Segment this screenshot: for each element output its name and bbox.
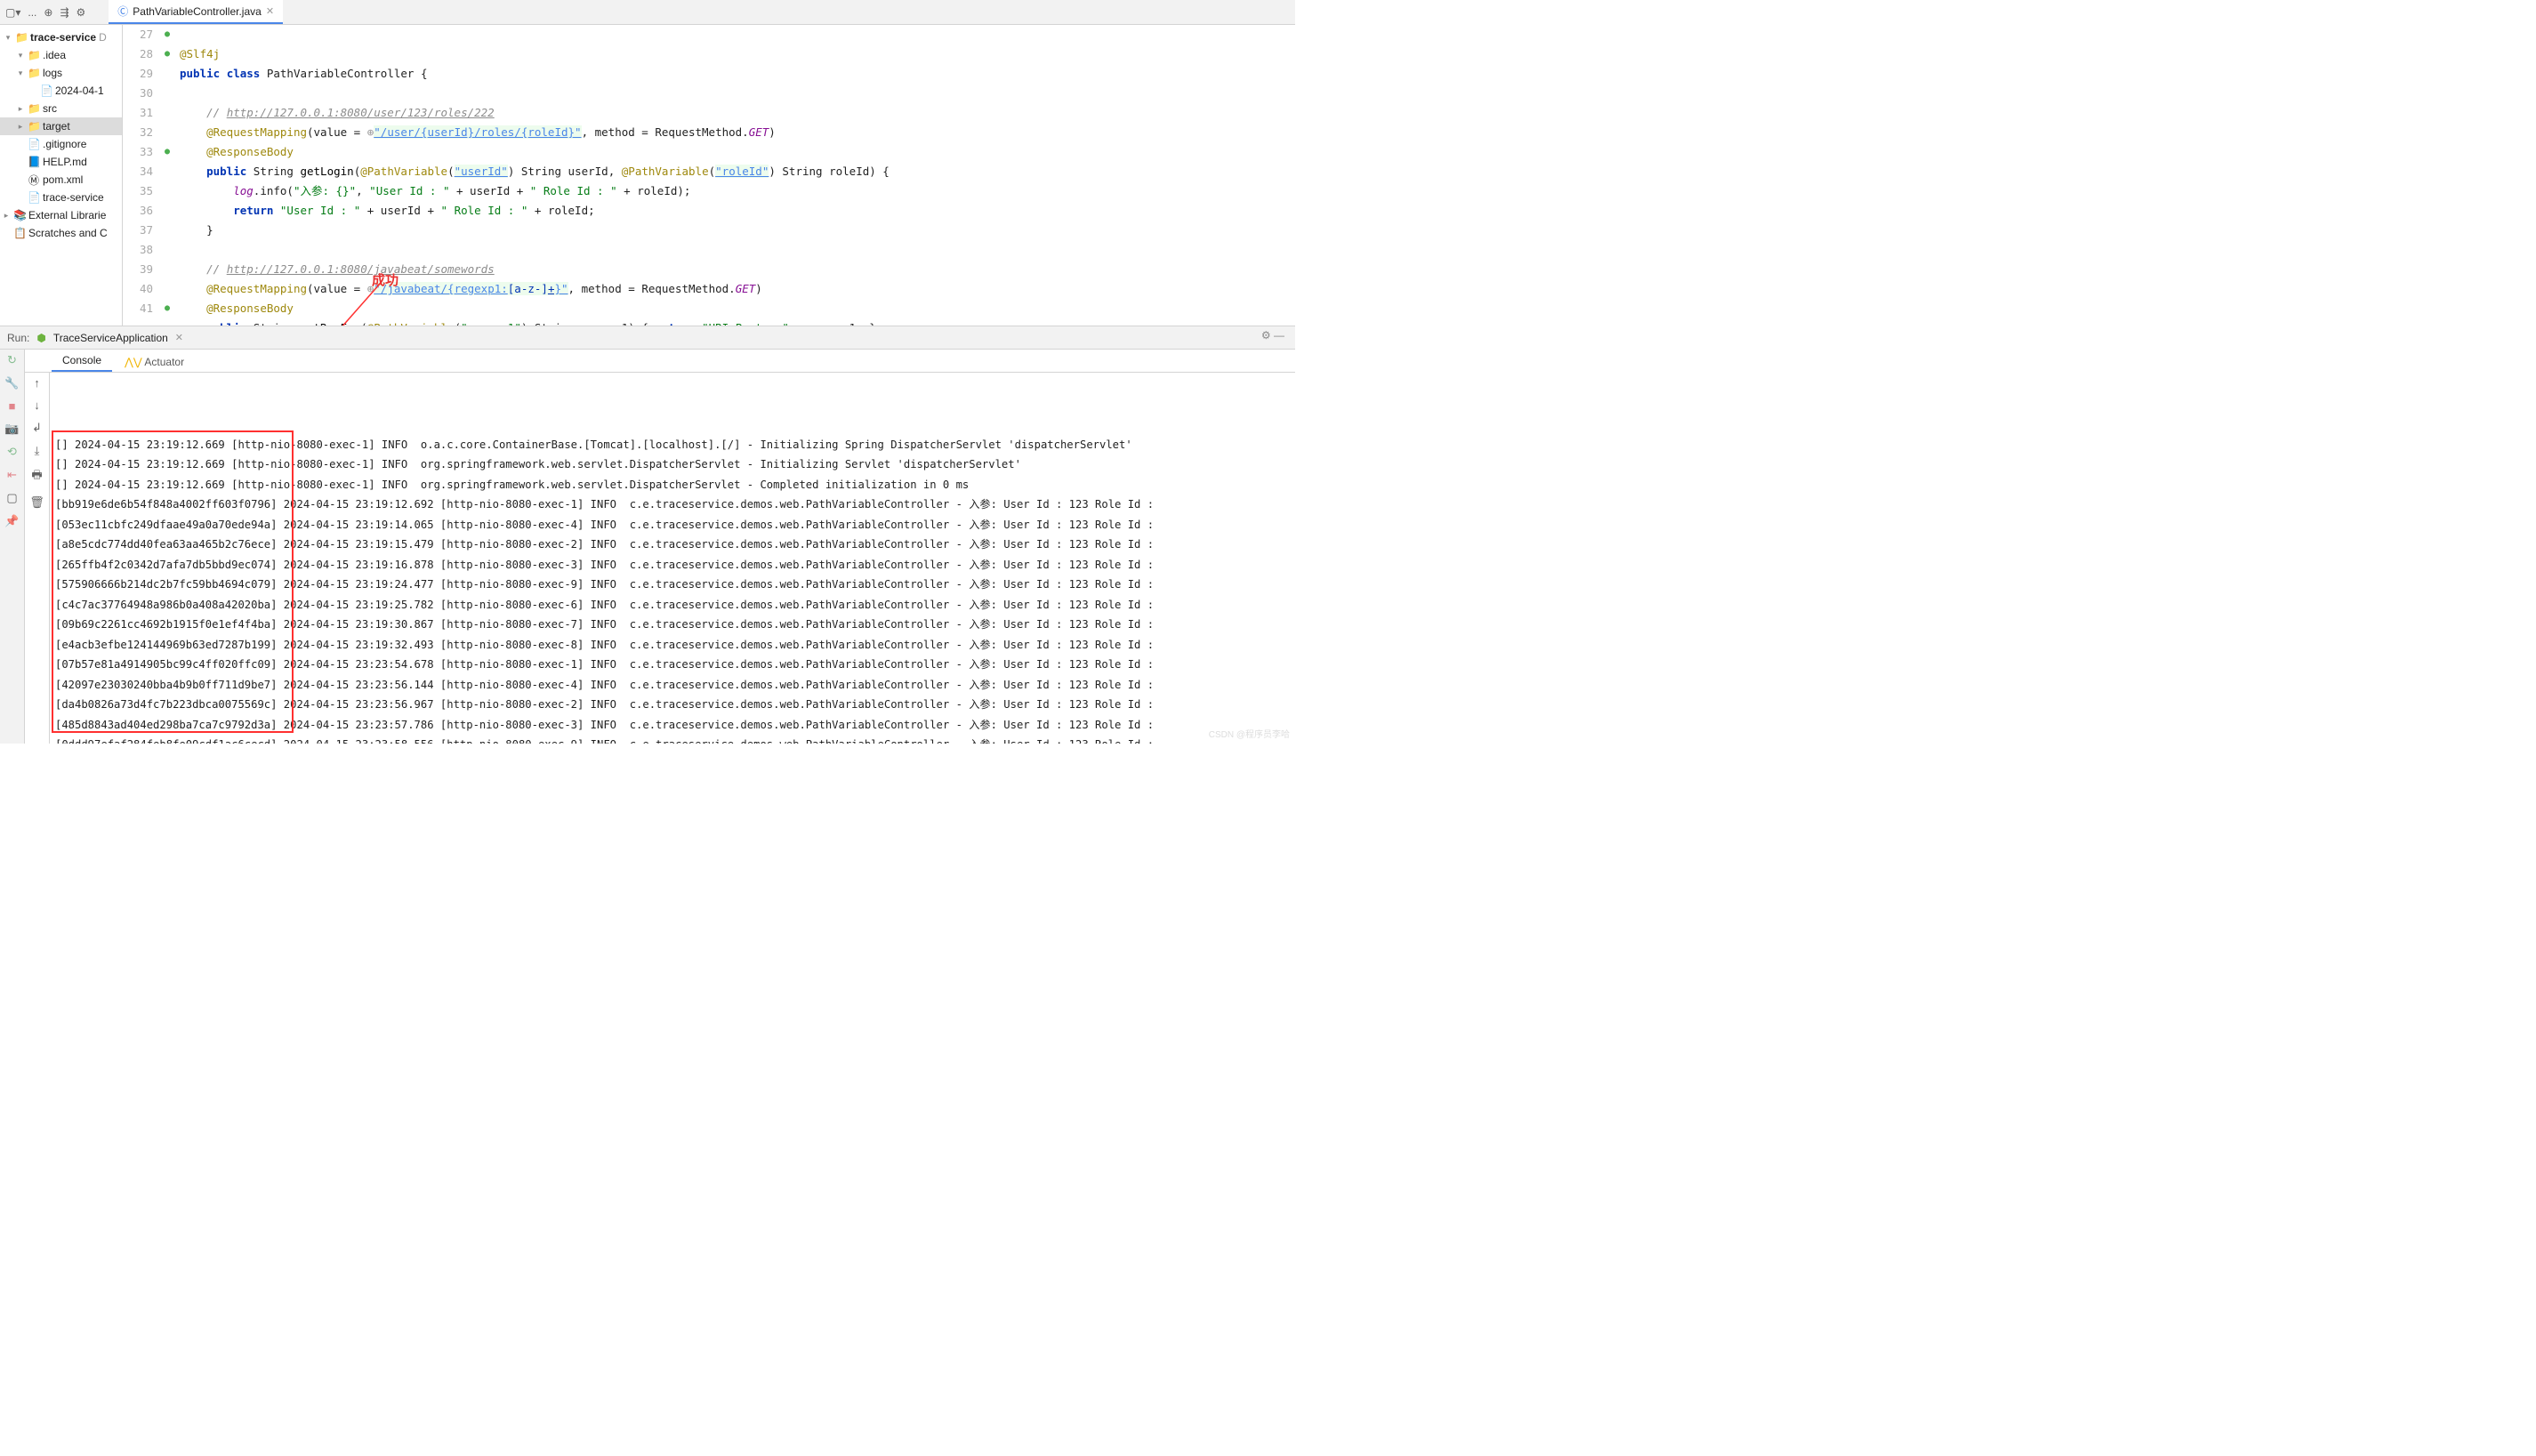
target-icon[interactable]: ⊕ xyxy=(44,6,52,19)
tree-node[interactable]: 📄trace-service xyxy=(0,189,122,206)
log-line: [09b69c2261cc4692b1915f0e1ef4f4ba] 2024-… xyxy=(55,615,1290,635)
wrench-icon[interactable]: 🔧 xyxy=(4,376,19,390)
log-line: [] 2024-04-15 23:19:12.669 [http-nio-808… xyxy=(55,454,1290,475)
annotation-success: 成功 xyxy=(372,271,399,291)
project-dropdown-icon[interactable]: ▢▾ xyxy=(5,6,20,19)
actuator-icon: ⋀⋁ xyxy=(125,356,142,368)
close-tab-icon[interactable]: ✕ xyxy=(266,5,274,17)
layout-icon[interactable]: ▢ xyxy=(6,491,17,505)
code-editor[interactable]: 272829303132333435363738394041 ●●●● @Slf… xyxy=(123,25,1295,326)
pin-icon[interactable]: 📌 xyxy=(4,514,19,528)
log-line: [] 2024-04-15 23:19:12.669 [http-nio-808… xyxy=(55,435,1290,455)
log-line: [265ffb4f2c0342d7afa7db5bbd9ec074] 2024-… xyxy=(55,555,1290,575)
project-root-label: trace-service xyxy=(30,31,96,44)
collapse-icon[interactable]: ⇶ xyxy=(60,6,68,19)
tree-node[interactable]: 📄.gitignore xyxy=(0,135,122,153)
tree-node[interactable]: ▾📁logs xyxy=(0,64,122,82)
log-line: [da4b0826a73d4fc7b223dbca0075569c] 2024-… xyxy=(55,695,1290,715)
log-line: [a8e5cdc774dd40fea63aa465b2c76ece] 2024-… xyxy=(55,535,1290,555)
stop-icon[interactable]: ■ xyxy=(9,399,16,413)
log-line: [053ec11cbfc249dfaae49a0a70ede94a] 2024-… xyxy=(55,515,1290,535)
exit-icon[interactable]: ⇤ xyxy=(7,468,17,482)
settings-icon[interactable]: ⚙ xyxy=(76,6,86,19)
external-libraries[interactable]: ▸📚 External Librarie xyxy=(0,206,122,224)
actuator-tab[interactable]: ⋀⋁ Actuator xyxy=(114,352,195,372)
scroll-to-end-icon[interactable]: ⤓ xyxy=(35,444,40,458)
console-tab[interactable]: Console xyxy=(52,350,112,372)
tree-node[interactable]: 📘HELP.md xyxy=(0,153,122,171)
spring-boot-icon: ⬢ xyxy=(36,332,45,344)
console-toolbar: ↑ ↓ ↲ ⤓ 🖶 🗑 xyxy=(25,373,50,744)
tree-node[interactable]: ▸📁target xyxy=(0,117,122,135)
log-line: [575906666b214dc2b7fc59bb4694c079] 2024-… xyxy=(55,575,1290,595)
run-toolbar-left: ↻ 🔧 ■ 📷 ⟲ ⇤ ▢ 📌 xyxy=(0,350,25,744)
tree-node[interactable]: Ⓜpom.xml xyxy=(0,171,122,189)
tree-node[interactable]: ▸📁src xyxy=(0,100,122,117)
log-line: [bb919e6de6b54f848a4002ff603f0796] 2024-… xyxy=(55,495,1290,515)
log-line: [0ddd97efaf284feb8fe09cdf1ac6cecd] 2024-… xyxy=(55,735,1290,744)
log-line: [07b57e81a4914905bc99c4ff020ffc09] 2024-… xyxy=(55,655,1290,675)
soft-wrap-icon[interactable]: ↲ xyxy=(32,421,42,435)
camera-icon[interactable]: 📷 xyxy=(4,422,19,436)
tree-node[interactable]: 📄2024-04-1 xyxy=(0,82,122,100)
log-line: [485d8843ad404ed298ba7ca7c9792d3a] 2024-… xyxy=(55,715,1290,736)
clear-icon[interactable]: 🗑 xyxy=(29,495,44,510)
scroll-up-icon[interactable]: ↑ xyxy=(34,376,40,390)
close-run-config-icon[interactable]: ✕ xyxy=(175,332,183,343)
log-line: [42097e23030240bba4b9b0ff711d9be7] 2024-… xyxy=(55,675,1290,696)
run-label: Run: xyxy=(7,332,29,344)
scratches[interactable]: 📋 Scratches and C xyxy=(0,224,122,242)
debug-restart-icon[interactable]: ⟲ xyxy=(7,445,17,459)
code-content[interactable]: @Slf4j public class PathVariableControll… xyxy=(174,25,1295,326)
line-number-gutter: 272829303132333435363738394041 xyxy=(123,25,160,326)
run-config-name[interactable]: TraceServiceApplication xyxy=(53,332,168,344)
run-settings-icon[interactable]: ⚙ — xyxy=(1261,329,1284,342)
print-icon[interactable]: 🖶 xyxy=(31,467,42,487)
log-line: [c4c7ac37764948a986b0a408a42020ba] 2024-… xyxy=(55,595,1290,615)
editor-tab-label: PathVariableController.java xyxy=(133,5,262,18)
editor-tab-active[interactable]: Ⓒ PathVariableController.java ✕ xyxy=(109,0,283,24)
log-line: [e4acb3efbe124144969b63ed7287b199] 2024-… xyxy=(55,635,1290,656)
scroll-down-icon[interactable]: ↓ xyxy=(34,398,40,412)
run-panel: Run: ⬢ TraceServiceApplication ✕ ⚙ — ↻ 🔧… xyxy=(0,326,1295,744)
project-tree[interactable]: ▾📁 trace-service D ▾📁.idea▾📁logs📄2024-04… xyxy=(0,25,123,326)
project-root[interactable]: ▾📁 trace-service D xyxy=(0,28,122,46)
run-tabs: Console ⋀⋁ Actuator xyxy=(25,350,1295,373)
gutter-marks: ●●●● xyxy=(160,25,174,326)
annotation-arrow xyxy=(238,269,390,326)
run-header: Run: ⬢ TraceServiceApplication ✕ ⚙ — xyxy=(0,326,1295,350)
log-line: [] 2024-04-15 23:19:12.669 [http-nio-808… xyxy=(55,475,1290,495)
tree-node[interactable]: ▾📁.idea xyxy=(0,46,122,64)
watermark: CSDN @程序员李哈 xyxy=(1209,727,1290,740)
java-class-icon: Ⓒ xyxy=(117,4,128,19)
main-toolbar: ▢▾ ... ⊕ ⇶ ⚙ Ⓒ PathVariableController.ja… xyxy=(0,0,1295,25)
rerun-icon[interactable]: ↻ xyxy=(7,353,17,367)
toolbar-dropdown[interactable]: ... xyxy=(28,6,36,19)
console-output[interactable]: [] 2024-04-15 23:19:12.669 [http-nio-808… xyxy=(50,373,1295,744)
